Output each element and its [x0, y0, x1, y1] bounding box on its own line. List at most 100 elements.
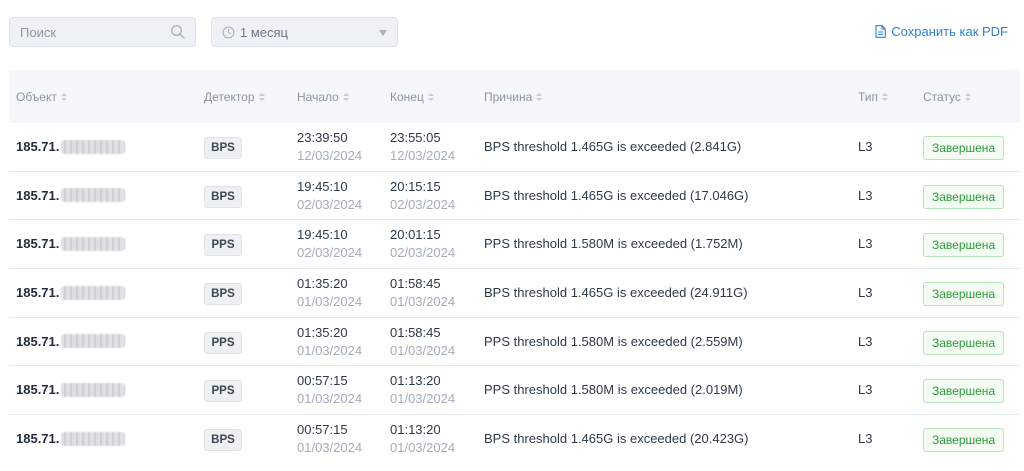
end-time: 01:58:45: [390, 276, 441, 292]
start-cell: 01:35:20 01/03/2024: [297, 275, 362, 311]
column-header-end[interactable]: Конец: [390, 90, 434, 104]
table-row[interactable]: 185.71. BPS 23:39:50 12/03/2024 23:55:05 1…: [9, 123, 1020, 172]
sort-icon: [342, 93, 349, 101]
search-input[interactable]: [10, 18, 160, 46]
status-badge: Завершена: [923, 330, 1005, 355]
sort-icon: [258, 93, 265, 101]
object-cell: 185.71.: [16, 285, 126, 301]
object-cell: 185.71.: [16, 333, 126, 349]
period-select[interactable]: 1 месяц: [211, 17, 398, 47]
object-ip: 185.71.: [16, 431, 60, 447]
start-time: 23:39:50: [297, 130, 348, 145]
detector-badge: PPS: [204, 331, 242, 354]
column-header-start[interactable]: Начало: [297, 90, 349, 104]
end-date: 12/03/2024: [390, 148, 456, 163]
object-ip: 185.71.: [16, 333, 60, 349]
object-cell: 185.71.: [16, 236, 126, 252]
column-header-reason[interactable]: Причина: [484, 90, 543, 104]
document-icon: [875, 25, 887, 38]
end-time: 01:13:20: [390, 422, 441, 438]
type-cell: L3: [858, 382, 873, 398]
reason-cell: BPS threshold 1.465G is exceeded (17.046…: [484, 187, 749, 203]
table-row[interactable]: 185.71. PPS 00:57:15 01/03/2024 01:13:20 0…: [9, 366, 1020, 416]
start-date: 01/03/2024: [297, 294, 363, 310]
column-header-status[interactable]: Статус: [923, 90, 971, 104]
type-cell: L3: [858, 139, 873, 154]
column-header-status-label: Статус: [923, 90, 961, 104]
end-date: 01/03/2024: [390, 440, 456, 456]
redacted-ip-part: [61, 236, 126, 251]
table-row[interactable]: 185.71. PPS 19:45:10 02/03/2024 20:01:15 0…: [9, 220, 1020, 270]
table-header: Объект Детектор Начало Конец Причина Тип…: [9, 70, 1020, 123]
start-time: 01:35:20: [297, 276, 348, 292]
redacted-ip-part: [61, 139, 126, 154]
end-date: 01/03/2024: [390, 342, 456, 358]
end-cell: 01:13:20 01/03/2024: [390, 421, 455, 457]
incidents-table: Объект Детектор Начало Конец Причина Тип…: [9, 70, 1020, 464]
detector-badge: BPS: [204, 283, 242, 306]
status-badge: Завершена: [923, 282, 1005, 307]
column-header-object[interactable]: Объект: [16, 90, 67, 104]
end-time: 20:15:15: [390, 178, 441, 194]
column-header-type-label: Тип: [858, 90, 879, 104]
column-header-detector[interactable]: Детектор: [204, 90, 265, 104]
status-badge: Завершена: [923, 428, 1005, 453]
start-date: 01/03/2024: [297, 440, 363, 456]
status-badge: Завершена: [923, 184, 1005, 209]
redacted-ip-part: [61, 431, 126, 446]
object-cell: 185.71.: [16, 187, 126, 203]
start-date: 12/03/2024: [297, 148, 363, 163]
end-cell: 23:55:05 12/03/2024: [390, 129, 455, 165]
detector-badge: BPS: [204, 137, 242, 159]
end-time: 01:58:45: [390, 324, 441, 340]
search-icon[interactable]: [170, 24, 186, 40]
column-header-type[interactable]: Тип: [858, 90, 889, 104]
object-cell: 185.71.: [16, 139, 126, 154]
object-ip: 185.71.: [16, 236, 60, 252]
object-cell: 185.71.: [16, 382, 126, 397]
reason-cell: BPS threshold 1.465G is exceeded (2.841G…: [484, 139, 742, 154]
save-pdf-label: Сохранить как PDF: [891, 24, 1008, 39]
redacted-ip-part: [61, 382, 126, 397]
start-cell: 19:45:10 02/03/2024: [297, 226, 362, 262]
table-row[interactable]: 185.71. BPS 19:45:10 02/03/2024 20:15:15 0…: [9, 172, 1020, 221]
reason-cell: PPS threshold 1.580M is exceeded (2.019M…: [484, 382, 743, 398]
end-cell: 01:58:45 01/03/2024: [390, 324, 455, 360]
type-cell: L3: [858, 187, 873, 203]
reason-cell: BPS threshold 1.465G is exceeded (24.911…: [484, 285, 748, 301]
start-cell: 00:57:15 01/03/2024: [297, 421, 362, 457]
column-header-detector-label: Детектор: [204, 90, 255, 104]
end-time: 20:01:15: [390, 227, 441, 243]
clock-icon: [222, 26, 235, 39]
search-box[interactable]: [9, 17, 196, 47]
start-time: 01:35:20: [297, 324, 348, 340]
type-cell: L3: [858, 236, 873, 252]
sort-icon: [427, 93, 434, 101]
reason-cell: BPS threshold 1.465G is exceeded (20.423…: [484, 431, 749, 447]
period-select-value: 1 месяц: [240, 25, 288, 40]
start-date: 02/03/2024: [297, 196, 363, 212]
end-cell: 01:13:20 01/03/2024: [390, 372, 455, 408]
reason-cell: PPS threshold 1.580M is exceeded (2.559M…: [484, 333, 743, 349]
detector-badge: BPS: [204, 185, 242, 208]
table-row[interactable]: 185.71. BPS 01:35:20 01/03/2024 01:58:45 0…: [9, 269, 1020, 318]
object-ip: 185.71.: [16, 285, 60, 301]
object-ip: 185.71.: [16, 187, 60, 203]
detector-badge: PPS: [204, 234, 242, 257]
start-cell: 19:45:10 02/03/2024: [297, 178, 362, 214]
type-cell: L3: [858, 333, 873, 349]
start-cell: 00:57:15 01/03/2024: [297, 372, 362, 408]
object-ip: 185.71.: [16, 139, 60, 154]
status-badge: Завершена: [923, 233, 1005, 258]
detector-badge: BPS: [204, 429, 242, 452]
column-header-end-label: Конец: [390, 90, 424, 104]
sort-icon: [882, 93, 889, 101]
start-time: 19:45:10: [297, 227, 348, 243]
table-row[interactable]: 185.71. PPS 01:35:20 01/03/2024 01:58:45 0…: [9, 318, 1020, 367]
table-row[interactable]: 185.71. BPS 00:57:15 01/03/2024 01:13:20 0…: [9, 415, 1020, 464]
column-header-object-label: Объект: [16, 90, 57, 104]
end-date: 02/03/2024: [390, 245, 456, 261]
type-cell: L3: [858, 431, 873, 447]
end-cell: 20:01:15 02/03/2024: [390, 226, 455, 262]
save-pdf-button[interactable]: Сохранить как PDF: [875, 24, 1008, 39]
